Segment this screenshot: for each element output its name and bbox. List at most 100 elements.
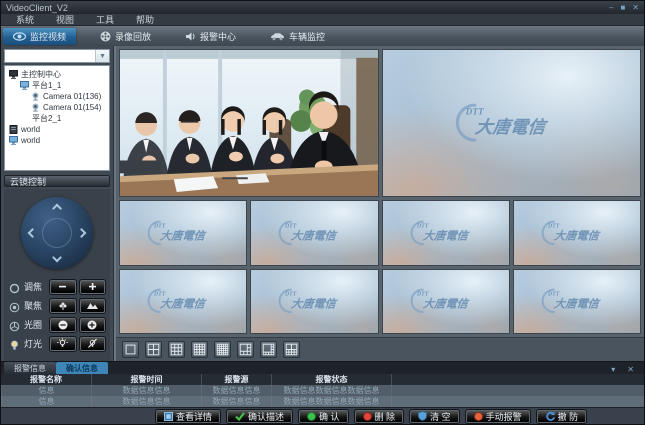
iris-close-button[interactable] (50, 318, 76, 332)
light-off-button[interactable] (80, 337, 106, 351)
action-button[interactable]: 删 除 (355, 410, 404, 423)
minimize-button[interactable]: – (609, 3, 613, 13)
iris-open-button[interactable] (80, 318, 106, 332)
content-area: ▼ 主控制中心平台1_1Camera 01(136)Camera 01(154)… (1, 46, 644, 361)
alarm-column-spacer (391, 374, 644, 385)
ptz-row: 光圈 (4, 315, 110, 334)
alarm-tab[interactable]: 报警信息 (4, 362, 56, 374)
video-tile-placeholder[interactable]: DTT大唐電信 (382, 49, 642, 197)
tab-bar: 监控视频录像回放报警中心 车辆监控 (1, 26, 644, 46)
tree-item[interactable]: world (5, 135, 109, 146)
ptz-row-label: 调焦 (24, 280, 46, 293)
video-tile-placeholder[interactable]: DTT大唐電信 (119, 269, 247, 335)
ptz-up-arrow-icon[interactable] (52, 204, 62, 214)
video-tile-placeholder[interactable]: DTT大唐電信 (513, 200, 641, 266)
tree-item[interactable]: 平台2_1 (5, 113, 109, 124)
svg-text:DTT: DTT (284, 223, 297, 229)
action-button-label: 手动报警 (486, 410, 522, 423)
alarm-table-row[interactable]: 信息数据信息信息数据信息信息数据信息数据信息数据信息 (1, 396, 644, 407)
zoom-in-button[interactable] (80, 280, 106, 294)
chevron-down-icon[interactable]: ▼ (95, 50, 109, 62)
video-tile-live[interactable] (119, 49, 379, 197)
close-button[interactable]: ✕ (632, 3, 639, 13)
shield-icon (418, 411, 427, 421)
action-button[interactable]: 确 认 (299, 410, 348, 423)
tree-item[interactable]: world (5, 124, 109, 135)
eye-icon (13, 32, 26, 41)
action-button[interactable]: 撤 防 (537, 410, 587, 423)
alarm-table-row[interactable]: 信息数据信息信息数据信息信息数据信息数据信息数据信息 (1, 385, 644, 396)
svg-text:DTT: DTT (153, 292, 166, 298)
alarm-cell: 数据信息数据信息数据信息 (271, 396, 391, 407)
ptz-left-arrow-icon[interactable] (28, 228, 38, 238)
layout-1-button[interactable] (122, 341, 139, 358)
svg-text:大唐電信: 大唐電信 (475, 117, 551, 137)
tree-item[interactable]: 主控制中心 (5, 69, 109, 80)
layout-8-button[interactable] (260, 341, 277, 358)
alarm-cell: 数据信息数据信息数据信息 (271, 385, 391, 396)
bulb-icon (9, 338, 20, 349)
tree-item-label: Camera 01(154) (43, 103, 101, 112)
ptz-row-label: 灯光 (24, 337, 46, 350)
layout-9-button[interactable] (168, 341, 185, 358)
layout-4-button[interactable] (145, 341, 162, 358)
menu-item[interactable]: 系统 (7, 13, 43, 26)
menu-item[interactable]: 视图 (47, 13, 83, 26)
toolbar-tab[interactable]: 车辆监控 (260, 28, 335, 45)
light-on-button[interactable] (50, 337, 76, 351)
layout-25-button[interactable] (214, 341, 231, 358)
tab-label: 车辆监控 (289, 30, 325, 43)
alarm-column-header: 报警状态 (271, 374, 391, 385)
focus-far-button[interactable] (80, 299, 106, 313)
ptz-direction-pad[interactable] (21, 197, 93, 269)
video-tile-placeholder[interactable]: DTT大唐電信 (513, 269, 641, 335)
dtt-logo: DTT大唐電信 (403, 287, 489, 315)
toolbar-tab[interactable]: 录像回放 (90, 28, 161, 45)
ptz-right-arrow-icon[interactable] (77, 228, 87, 238)
dtt-logo: DTT大唐電信 (534, 287, 620, 315)
layout-bar (116, 337, 644, 361)
tree-item[interactable]: Camera 01(154) (5, 102, 109, 113)
video-tile-placeholder[interactable]: DTT大唐電信 (382, 200, 510, 266)
dtt-logo: DTT大唐電信 (444, 101, 578, 144)
alarm-panel: 报警信息确认信息▾✕ 报警名称报警时间报警源报警状态 信息数据信息信息数据信息信… (1, 361, 644, 407)
video-tile-placeholder[interactable]: DTT大唐電信 (382, 269, 510, 335)
action-button[interactable]: 手动报警 (466, 410, 530, 423)
action-button-label: 确 认 (319, 410, 340, 423)
tree-item[interactable]: Camera 01(136) (5, 91, 109, 102)
ptz-down-arrow-icon[interactable] (52, 253, 62, 263)
zoom-out-button[interactable] (50, 280, 76, 294)
svg-text:大唐電信: 大唐電信 (422, 229, 470, 242)
focus-near-button[interactable] (50, 299, 76, 313)
video-tile-placeholder[interactable]: DTT大唐電信 (250, 269, 378, 335)
video-tile-placeholder[interactable]: DTT大唐電信 (250, 200, 378, 266)
video-tile-placeholder[interactable]: DTT大唐電信 (119, 200, 247, 266)
close-panel-icon[interactable]: ✕ (627, 366, 634, 374)
menu-item[interactable]: 工具 (87, 13, 123, 26)
svg-text:大唐電信: 大唐電信 (291, 229, 339, 242)
tree-item[interactable]: 平台1_1 (5, 80, 109, 91)
toolbar-tab[interactable]: 监控视频 (3, 28, 76, 45)
action-button[interactable]: 清 空 (410, 410, 459, 423)
collapse-icon[interactable]: ▾ (611, 366, 615, 374)
device-filter-combobox[interactable]: ▼ (4, 49, 110, 63)
svg-text:大唐電信: 大唐電信 (291, 298, 339, 311)
layout-6-button[interactable] (237, 341, 254, 358)
ptz-pad-inner-ring[interactable] (42, 218, 72, 248)
alarm-tab[interactable]: 确认信息 (56, 362, 108, 374)
alarm-cell: 数据信息信息 (201, 385, 271, 396)
tree-item-label: 主控制中心 (21, 69, 61, 80)
alarm-cell: 数据信息信息 (91, 385, 201, 396)
action-button[interactable]: 确认描述 (227, 410, 292, 423)
layout-16-button[interactable] (191, 341, 208, 358)
tree-item-label: world (21, 136, 40, 145)
menu-item[interactable]: 帮助 (127, 13, 163, 26)
action-button[interactable]: 查看详情 (156, 410, 220, 423)
ptz-row: 调焦 (4, 277, 110, 296)
red-dot-icon (363, 412, 372, 421)
toolbar-tab[interactable]: 报警中心 (175, 28, 246, 45)
maximize-button[interactable]: ■ (620, 3, 625, 13)
disarm-arrow-icon (545, 411, 555, 421)
svg-text:DTT: DTT (416, 223, 429, 229)
layout-10-button[interactable] (283, 341, 300, 358)
